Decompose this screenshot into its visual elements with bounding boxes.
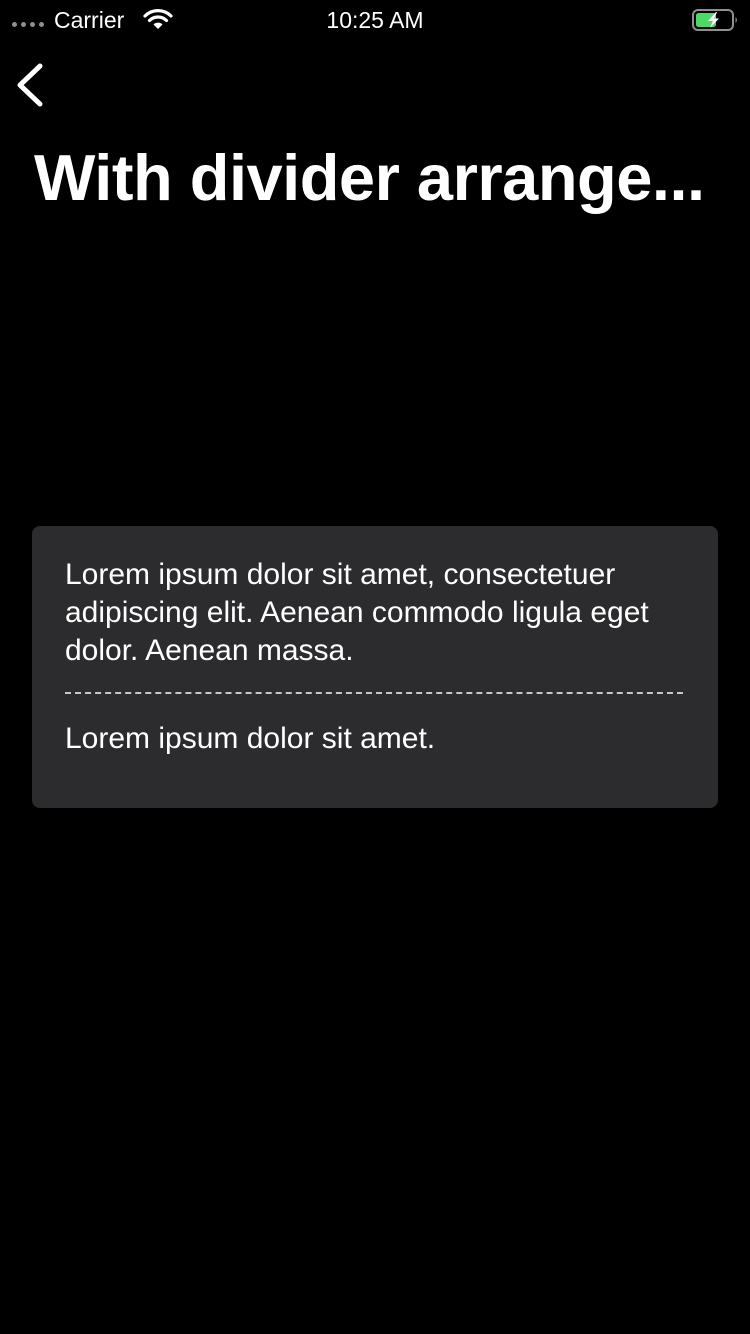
content-card: Lorem ipsum dolor sit amet, consectetuer… (32, 526, 718, 808)
status-time: 10:25 AM (326, 7, 424, 33)
card-secondary-text: Lorem ipsum dolor sit amet. (65, 722, 436, 755)
chevron-left-icon (17, 63, 43, 107)
card-primary-text: Lorem ipsum dolor sit amet, consectetuer… (65, 558, 649, 667)
page-title: With divider arrange... (34, 141, 705, 214)
status-bar: Carrier 10:25 AM (0, 0, 750, 40)
dashed-divider (65, 692, 683, 694)
back-button[interactable] (10, 58, 54, 114)
battery-charging-icon (692, 8, 740, 32)
